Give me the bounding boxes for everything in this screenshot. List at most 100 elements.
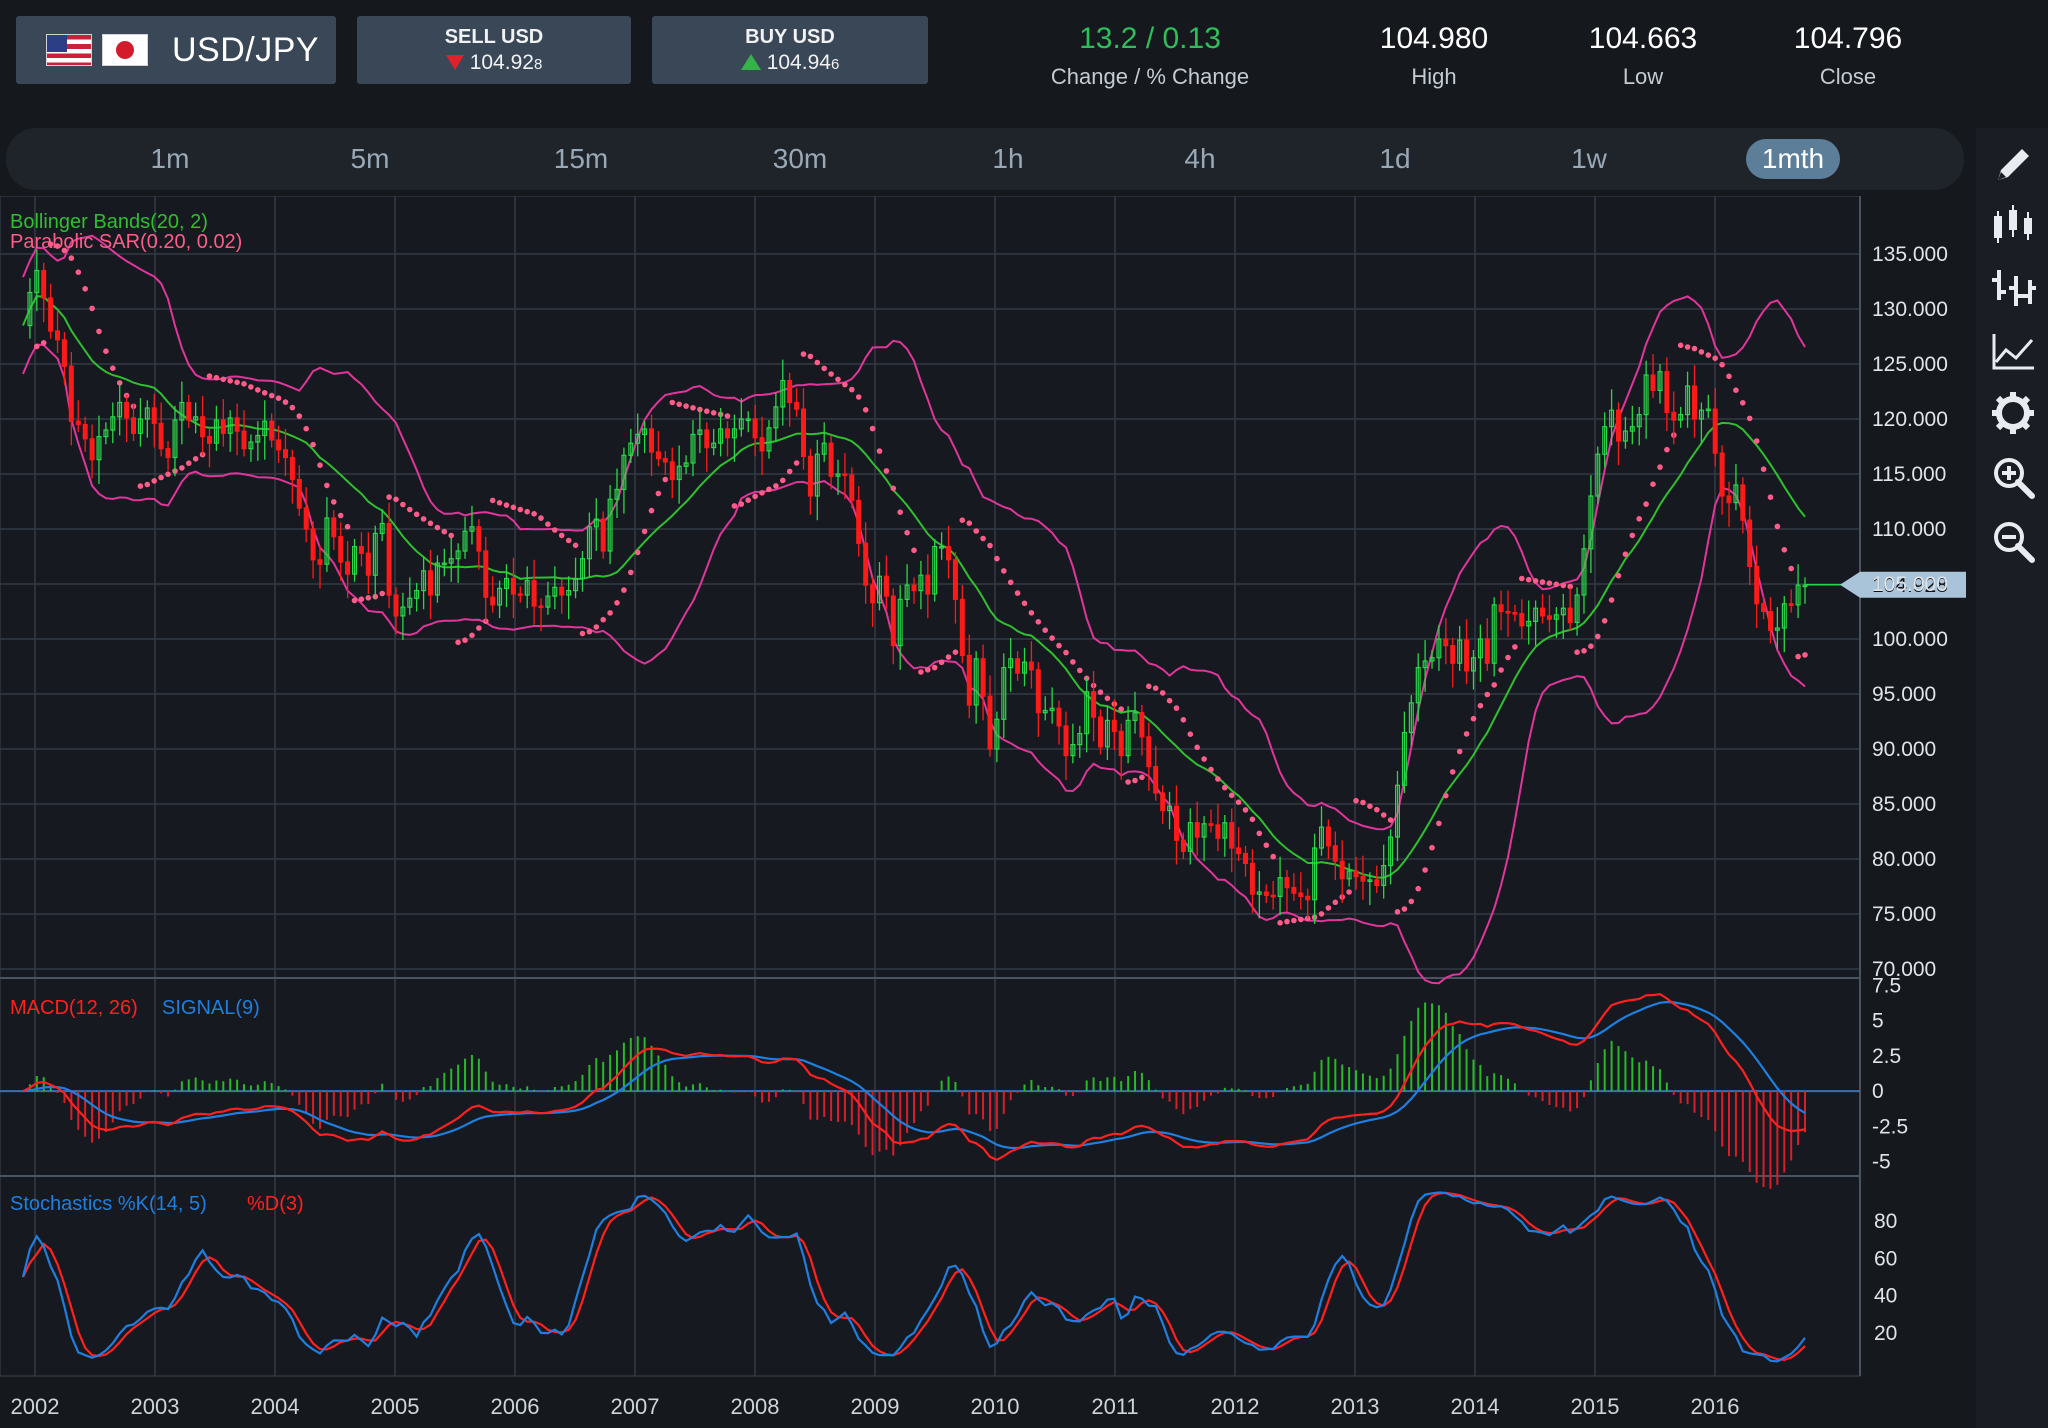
candle-down	[1360, 875, 1366, 882]
sar-dot	[821, 365, 827, 372]
sar-dot	[634, 549, 641, 556]
pencil-icon[interactable]	[1990, 142, 2036, 188]
sar-dot	[448, 532, 455, 539]
x-tick-label: 2007	[611, 1394, 660, 1419]
sar-dot	[607, 610, 613, 616]
sar-dot	[793, 460, 800, 466]
sar-dot	[1104, 695, 1111, 702]
ohlc-bars-icon[interactable]	[1990, 264, 2036, 310]
sar-dot	[407, 506, 413, 513]
macd-tick-label: -5	[1872, 1151, 1891, 1174]
price-chart[interactable]: 104.928135.000130.000125.000120.000115.0…	[0, 196, 1976, 1428]
currency-pair-selector[interactable]: USD/JPY	[16, 16, 336, 84]
sar-dot	[1498, 667, 1504, 673]
sar-dot	[89, 305, 95, 312]
timeframe-1m[interactable]: 1m	[115, 139, 225, 179]
sar-dot	[82, 286, 88, 292]
sar-dot	[282, 399, 289, 405]
zoom-in-icon[interactable]	[1990, 454, 2036, 500]
sar-dot	[1436, 820, 1442, 827]
settings-gear-icon[interactable]	[1990, 390, 2036, 436]
timeframe-30m[interactable]: 30m	[738, 139, 862, 179]
sar-dot	[1387, 817, 1394, 823]
low-stat: 104.663 Low	[1563, 22, 1723, 90]
sar-dot	[1125, 779, 1131, 785]
line-chart-icon[interactable]	[1990, 328, 2036, 374]
sar-dot	[1636, 516, 1642, 522]
candle-down	[165, 448, 171, 459]
sar-dot	[1235, 799, 1242, 805]
sar-dot	[862, 407, 869, 413]
sell-button[interactable]: SELL USD 104.928	[357, 16, 631, 84]
candle-down	[980, 658, 986, 697]
sar-dot	[925, 667, 931, 673]
sell-price: 104.928	[357, 51, 631, 75]
pair-name: USD/JPY	[172, 30, 320, 69]
sar-dot	[662, 476, 669, 483]
zoom-out-icon[interactable]	[1990, 518, 2036, 564]
sar-dot	[1781, 547, 1788, 553]
candle-down	[1160, 792, 1166, 812]
candle-down	[1712, 408, 1718, 454]
candle-down	[75, 420, 81, 426]
candle-down	[849, 474, 855, 502]
x-tick-label: 2008	[731, 1394, 780, 1419]
bollinger-label: Bollinger Bands(20, 2)	[10, 211, 208, 233]
sar-dot	[1367, 803, 1373, 809]
timeframe-1d[interactable]: 1d	[1340, 139, 1450, 179]
sar-dot	[1532, 578, 1539, 584]
candle-down	[538, 605, 544, 609]
candlestick-icon[interactable]	[1990, 202, 2036, 248]
candle-down	[1015, 658, 1021, 674]
sar-dot	[1608, 597, 1615, 603]
candle-down	[241, 430, 247, 450]
sar-dot	[1132, 777, 1138, 784]
sar-dot	[1215, 776, 1221, 782]
candle-down	[752, 418, 758, 439]
macd-tick-label: 5	[1872, 1010, 1884, 1033]
timeframe-1h[interactable]: 1h	[953, 139, 1063, 179]
x-tick-label: 2009	[851, 1394, 900, 1419]
candle-down	[89, 438, 95, 461]
candle-down	[1512, 612, 1518, 615]
x-tick-label: 2015	[1571, 1394, 1620, 1419]
candle-down	[800, 408, 806, 458]
sar-dot	[331, 499, 337, 505]
candle-down	[131, 417, 137, 434]
sar-dot	[34, 343, 40, 350]
x-tick-label: 2005	[371, 1394, 420, 1419]
sar-dot	[1802, 652, 1808, 658]
timeframe-15m[interactable]: 15m	[521, 139, 641, 179]
x-tick-label: 2013	[1331, 1394, 1380, 1419]
candle-down	[1242, 852, 1248, 864]
candle-down	[358, 546, 364, 554]
sar-dot	[1657, 464, 1663, 470]
timeframe-5m[interactable]: 5m	[315, 139, 425, 179]
sar-dot	[476, 625, 482, 631]
sar-dot	[883, 468, 890, 474]
sar-dot	[1007, 579, 1014, 586]
sar-dot	[780, 477, 786, 484]
sar-dot	[296, 413, 303, 419]
sar-dot	[317, 462, 323, 469]
sar-dot	[1615, 572, 1622, 579]
candle-down	[1740, 484, 1746, 521]
timeframe-1mth[interactable]: 1mth	[1746, 139, 1840, 179]
buy-button[interactable]: BUY USD 104.946	[652, 16, 928, 84]
sar-dot	[807, 353, 814, 360]
candle-down	[1139, 712, 1145, 738]
sar-dot	[683, 403, 689, 409]
candle-down	[1249, 862, 1255, 895]
timeframe-1w[interactable]: 1w	[1534, 139, 1644, 179]
sar-dot	[676, 401, 682, 408]
sar-dot	[137, 483, 144, 489]
x-tick-label: 2006	[491, 1394, 540, 1419]
sar-dot	[558, 532, 565, 539]
candle-down	[1146, 736, 1152, 768]
sar-dot	[1249, 816, 1256, 823]
timeframe-4h[interactable]: 4h	[1145, 139, 1255, 179]
sar-dot	[1360, 799, 1366, 806]
candle-down	[1180, 839, 1186, 852]
sar-dot	[1581, 648, 1587, 654]
sar-dot	[1767, 494, 1774, 501]
